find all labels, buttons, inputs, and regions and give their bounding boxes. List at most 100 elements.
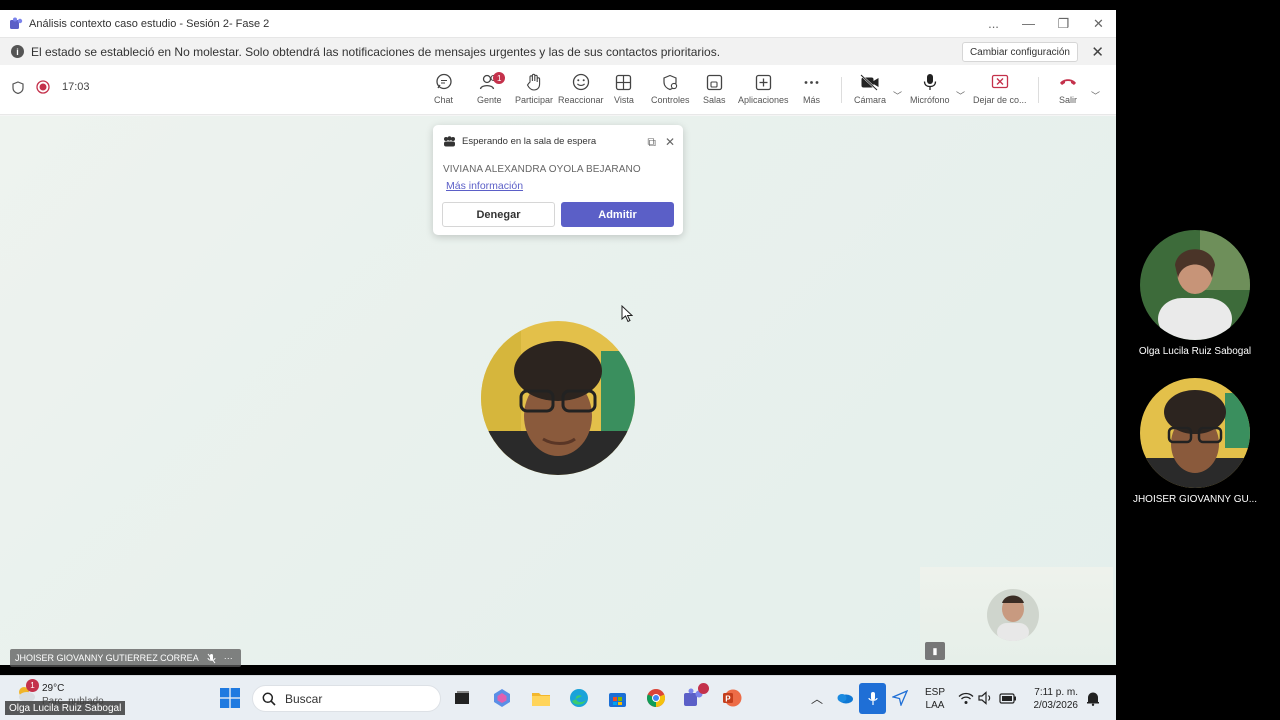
apps-button[interactable]: Aplicaciones xyxy=(738,70,789,105)
avatar xyxy=(1140,378,1250,488)
leave-options-chevron-icon[interactable]: ﹀ xyxy=(1091,89,1100,102)
copilot-button[interactable] xyxy=(491,687,513,709)
notifications-button[interactable] xyxy=(1082,687,1104,709)
search-placeholder: Buscar xyxy=(285,691,323,706)
teams-taskbar-button[interactable] xyxy=(683,683,709,709)
teams-logo-icon xyxy=(10,17,23,29)
leave-button[interactable]: Salir xyxy=(1058,70,1078,105)
side-participant-olga[interactable]: Olga Lucila Ruiz Sabogal xyxy=(1120,230,1270,357)
toolbar-divider xyxy=(841,77,842,103)
onedrive-button[interactable] xyxy=(834,687,856,709)
info-icon: i xyxy=(11,45,24,58)
mic-options-chevron-icon[interactable]: ﹀ xyxy=(956,89,965,102)
window-title: Análisis contexto caso estudio - Sesión … xyxy=(29,17,270,30)
close-lobby-icon[interactable]: ✕ xyxy=(665,135,675,150)
stage-participant-name: JHOISER GIOVANNY GUTIERREZ CORREA xyxy=(15,653,199,663)
add-app-icon xyxy=(755,74,771,90)
chat-icon xyxy=(435,73,452,90)
search-icon xyxy=(262,692,276,706)
stop-sharing-button[interactable]: Dejar de co... xyxy=(973,70,1027,105)
chat-button[interactable]: Chat xyxy=(434,70,453,105)
change-settings-button[interactable]: Cambiar configuración xyxy=(961,42,1078,62)
edge-button[interactable] xyxy=(568,687,590,709)
lobby-person-name: VIVIANA ALEXANDRA OYOLA BEJARANO xyxy=(443,164,641,175)
start-button[interactable] xyxy=(219,687,241,709)
side-participant-jhoiser[interactable]: JHOISER GIOVANNY GU... xyxy=(1120,378,1270,505)
camera-off-icon xyxy=(860,73,879,91)
connection-quality-icon[interactable]: ▮ xyxy=(925,642,945,660)
lobby-notification: Esperando en la sala de espera ⧉ ✕ VIVIA… xyxy=(433,125,683,235)
banner-message: El estado se estableció en No molestar. … xyxy=(31,44,721,59)
title-bar: Análisis contexto caso estudio - Sesión … xyxy=(0,10,1116,37)
dnd-banner: i El estado se estableció en No molestar… xyxy=(0,37,1116,65)
store-icon xyxy=(608,692,626,707)
svg-text:P: P xyxy=(725,694,731,703)
camera-button[interactable]: Cámara xyxy=(854,70,886,105)
rooms-button[interactable]: Salas xyxy=(703,70,726,105)
file-explorer-button[interactable] xyxy=(530,687,552,709)
chrome-button[interactable] xyxy=(645,687,667,709)
controls-button[interactable]: Controles xyxy=(651,70,690,105)
minimize-button[interactable]: — xyxy=(1011,10,1046,37)
folder-icon xyxy=(532,692,550,706)
screen: Análisis contexto caso estudio - Sesión … xyxy=(0,0,1280,720)
send-arrow-icon xyxy=(892,690,908,706)
react-button[interactable]: Reaccionar xyxy=(558,70,604,105)
network-button[interactable] xyxy=(955,687,977,709)
people-button[interactable]: 1 Gente xyxy=(477,70,506,105)
teams-meeting-window: Análisis contexto caso estudio - Sesión … xyxy=(0,10,1116,720)
mic-in-use-button[interactable] xyxy=(859,683,886,714)
raise-hand-button[interactable]: Participar xyxy=(515,70,553,105)
wifi-icon xyxy=(958,692,974,704)
participant-name: Olga Lucila Ruiz Sabogal xyxy=(1138,346,1252,357)
windows-logo-icon xyxy=(220,688,240,708)
location-button[interactable] xyxy=(889,687,911,709)
view-button[interactable]: Vista xyxy=(614,70,634,105)
taskbar-search[interactable]: Buscar xyxy=(252,685,441,712)
more-options-button[interactable]: ... xyxy=(976,10,1011,37)
close-window-button[interactable]: ✕ xyxy=(1081,10,1116,37)
breakout-rooms-icon xyxy=(706,74,722,90)
close-banner-icon[interactable]: ✕ xyxy=(1091,43,1104,61)
time: 7:11 p. m. xyxy=(1034,687,1078,698)
clock[interactable]: 7:11 p. m. 2/03/2026 xyxy=(1030,686,1079,712)
bell-dnd-icon xyxy=(1087,692,1099,706)
mouse-cursor-icon xyxy=(621,305,633,323)
edge-browser-icon xyxy=(570,689,588,707)
battery-button[interactable] xyxy=(997,687,1019,709)
shield-settings-icon xyxy=(663,74,677,90)
chrome-icon xyxy=(646,689,666,707)
language-indicator[interactable]: ESP LAA xyxy=(925,686,945,712)
task-view-button[interactable] xyxy=(451,687,473,709)
speaker-icon xyxy=(978,691,991,705)
lobby-title: Esperando en la sala de espera xyxy=(462,136,597,147)
camera-options-chevron-icon[interactable]: ﹀ xyxy=(893,89,902,102)
pop-out-icon[interactable]: ⧉ xyxy=(647,135,656,150)
temperature: 29°C xyxy=(42,683,65,694)
microsoft-store-button[interactable] xyxy=(606,687,628,709)
more-options-icon[interactable]: ··· xyxy=(224,653,233,663)
admit-button[interactable]: Admitir xyxy=(561,202,674,227)
powerpoint-icon: P xyxy=(723,689,742,707)
meeting-toolbar: 17:03 Chat 1 Gente Participar Reaccionar xyxy=(0,65,1116,115)
stop-share-icon xyxy=(991,74,1008,89)
more-button[interactable]: Más xyxy=(803,70,820,105)
microphone-icon xyxy=(923,74,936,90)
deny-button[interactable]: Denegar xyxy=(442,202,555,227)
restore-button[interactable]: ❐ xyxy=(1046,10,1081,37)
recording-icon xyxy=(36,80,50,94)
microphone-icon xyxy=(867,692,878,705)
avatar-photo xyxy=(481,321,635,475)
more-info-link[interactable]: Más información xyxy=(446,180,523,192)
windows-taskbar: 1 29°C Parc. nublado Buscar xyxy=(0,675,1116,720)
grid-view-icon xyxy=(616,74,632,90)
show-hidden-icons-button[interactable]: ︿ xyxy=(806,687,828,709)
hand-icon xyxy=(526,73,541,91)
meeting-stage: Esperando en la sala de espera ⧉ ✕ VIVIA… xyxy=(0,116,1116,667)
microphone-button[interactable]: Micrófono xyxy=(910,70,950,105)
speaker-caption: Olga Lucila Ruiz Sabogal xyxy=(5,701,126,715)
powerpoint-button[interactable]: P xyxy=(721,687,743,709)
self-view-avatar xyxy=(987,589,1039,641)
volume-button[interactable] xyxy=(975,687,997,709)
people-badge: 1 xyxy=(493,72,506,84)
